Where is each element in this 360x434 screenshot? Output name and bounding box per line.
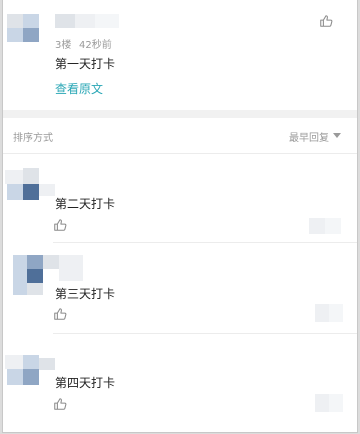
sort-current: 最早回复 bbox=[289, 133, 329, 144]
blurred-counter bbox=[315, 394, 329, 412]
thumbs-up-icon[interactable] bbox=[53, 307, 67, 321]
caret-down-icon bbox=[333, 133, 341, 138]
sort-label: 排序方式 bbox=[13, 133, 53, 144]
blurred-counter bbox=[315, 304, 329, 322]
divider bbox=[53, 333, 357, 334]
reply-content: 第四天打卡 bbox=[55, 376, 116, 390]
reply-content: 第三天打卡 bbox=[55, 287, 116, 301]
reply-thread: 3楼 42秒前 第一天打卡 查看原文 排序方式 最早回复 第二天打卡 第三天打卡… bbox=[2, 0, 358, 433]
thumbs-up-icon[interactable] bbox=[319, 14, 333, 28]
divider bbox=[3, 153, 357, 154]
blurred-counter bbox=[329, 394, 343, 412]
thumbs-up-icon[interactable] bbox=[53, 397, 67, 411]
blurred-counter bbox=[329, 304, 343, 322]
reply-content: 第二天打卡 bbox=[55, 197, 116, 211]
sort-dropdown[interactable]: 最早回复 bbox=[289, 127, 349, 144]
view-original-link[interactable]: 查看原文 bbox=[55, 80, 103, 97]
reply-time: 42秒前 bbox=[79, 40, 112, 51]
divider bbox=[53, 242, 357, 243]
thumbs-up-icon[interactable] bbox=[53, 218, 67, 232]
reply-content: 第一天打卡 bbox=[55, 57, 116, 71]
floor-number: 3楼 bbox=[55, 40, 72, 51]
blurred-counter bbox=[309, 218, 325, 234]
section-separator bbox=[3, 110, 357, 118]
blurred-counter bbox=[325, 218, 341, 234]
